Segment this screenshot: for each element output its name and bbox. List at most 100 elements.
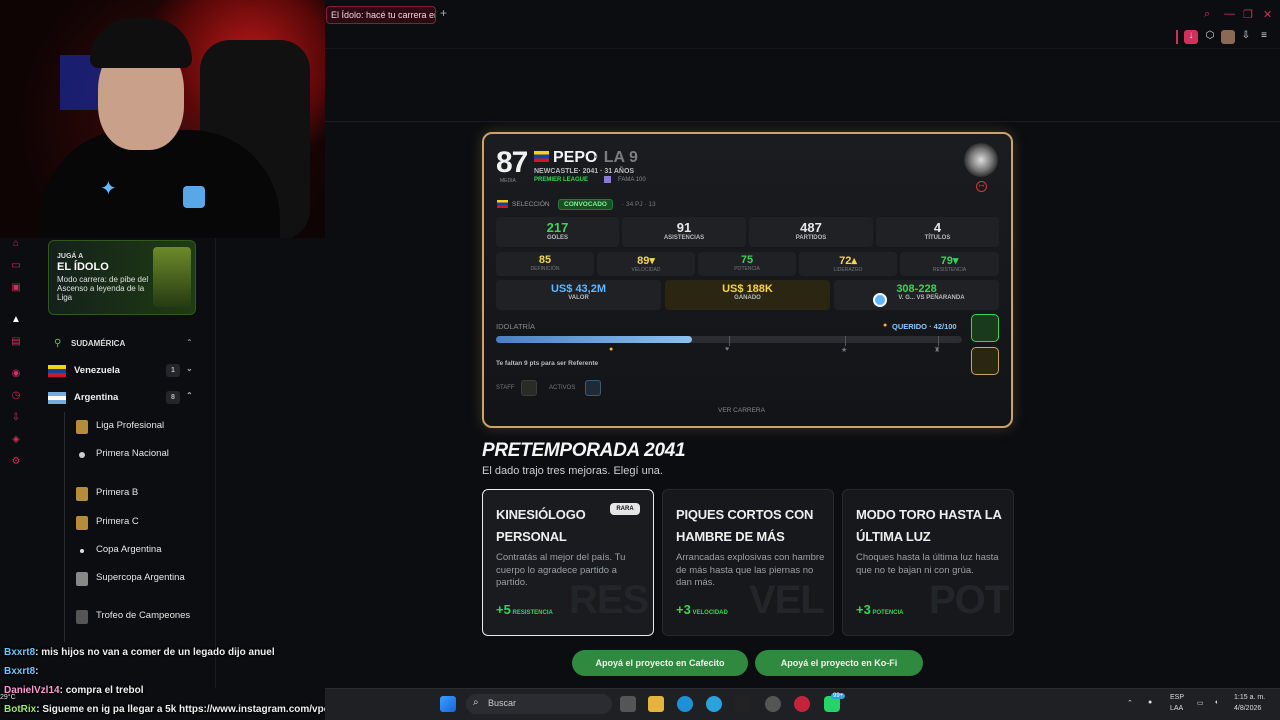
player-record: 308-228 V. G... VS PEÑARANDA	[834, 280, 999, 310]
settings-icon[interactable]: ⚙	[10, 456, 22, 468]
twitch-icon[interactable]: ▤	[10, 336, 22, 348]
activos-slot[interactable]	[585, 380, 601, 396]
downloads-icon[interactable]: ⇩	[1239, 30, 1253, 44]
inventory-button[interactable]	[971, 347, 999, 375]
download-side-icon[interactable]: ⇩	[10, 412, 22, 424]
attr-value: 79▾	[940, 255, 959, 267]
stat-label: PARTIDOS	[795, 235, 827, 241]
shop-button[interactable]	[971, 314, 999, 342]
history-icon[interactable]: ◷	[10, 390, 22, 402]
cafecito-button[interactable]: Apoyá el proyecto en Cafecito	[572, 650, 748, 676]
promo-description: Modo carrera: de pibe del Ascenso a leye…	[57, 275, 149, 302]
search-icon[interactable]: ⌕	[1204, 8, 1210, 21]
region-label[interactable]: SUDAMÉRICA	[71, 339, 221, 355]
player-value: US$ 43,2M VALOR	[496, 280, 661, 310]
league-label: Liga Profesional	[96, 420, 165, 431]
staff-label: STAFF	[496, 385, 515, 391]
chevron-up-icon[interactable]: ⌃	[186, 338, 193, 347]
player-league: PREMIER LEAGUE	[534, 177, 589, 183]
country-count: 1	[166, 364, 180, 377]
stat-goles: 217 GOLES	[496, 217, 619, 247]
player-rating: 87	[496, 146, 528, 179]
player-position: · LA 9	[594, 149, 638, 166]
option-card-piques[interactable]: VEL PIQUES CORTOS CON HAMBRE DE MÁS Arra…	[662, 489, 834, 636]
earned-amount: US$ 188K	[722, 283, 773, 295]
download-icon[interactable]: ↓	[1184, 30, 1198, 44]
close-icon[interactable]: ✕	[1263, 8, 1272, 21]
opera-icon[interactable]	[794, 696, 810, 712]
trophy-marker-icon: ♜	[934, 347, 941, 354]
location-pin-icon: ⚲	[54, 338, 62, 349]
new-tab-button[interactable]: +	[440, 6, 447, 20]
chat-text: : Sigueme en ig pa llegar a 5k https://w…	[36, 704, 350, 715]
share-icon[interactable]: ◈	[10, 434, 22, 446]
trophy-icon	[183, 186, 205, 208]
attr-label: RESISTENCIA	[932, 267, 967, 273]
attr-label: POTENCIA	[734, 266, 760, 272]
network-icon[interactable]: ▭	[1197, 699, 1204, 707]
star-marker-icon: ★	[841, 347, 848, 354]
mic-icon[interactable]: ●	[1148, 699, 1152, 706]
clock-date[interactable]: 4/8/2026	[1234, 705, 1261, 712]
obs-icon[interactable]	[765, 696, 781, 712]
player-fame: FAMA 100	[618, 177, 646, 183]
attr-liderazgo: 72▴ LIDERAZGO	[799, 252, 897, 276]
idolatria-label: IDOLATRÍA	[496, 322, 536, 331]
lang-label-1[interactable]: ESP	[1170, 694, 1184, 701]
clock-time[interactable]: 1:15 a. m.	[1234, 694, 1265, 701]
ver-carrera-link[interactable]: VER CARRERA	[718, 407, 765, 414]
extensions-icon[interactable]: ⬡	[1203, 30, 1217, 44]
edge-icon[interactable]	[677, 696, 693, 712]
attr-value: 75	[740, 254, 754, 266]
chat-icon[interactable]: ▭	[10, 260, 22, 272]
promo-card[interactable]: JUGÁ A EL ÍDOLO Modo carrera: de pibe de…	[48, 240, 196, 315]
option-bonus: +5 RESISTENCIA	[496, 602, 553, 617]
league-badge-icon	[76, 610, 88, 624]
browser-tab-bar	[325, 0, 1280, 30]
country-argentina[interactable]: Argentina 8 ⌃	[48, 390, 198, 408]
tray-chevron-icon[interactable]: ⌃	[1127, 699, 1133, 707]
play-icon[interactable]: ◉	[10, 368, 22, 380]
attr-label: DEFINICIÓN	[530, 266, 560, 272]
stat-partidos: 487 PARTIDOS	[749, 217, 873, 247]
windows-start-icon[interactable]	[440, 696, 456, 712]
attr-label: VELOCIDAD	[631, 267, 661, 273]
app-icon[interactable]: ▣	[10, 282, 22, 294]
lang-label-2[interactable]: LAA	[1170, 705, 1183, 712]
rating-label: MEDIA	[500, 178, 516, 184]
league-label: Copa Argentina	[96, 544, 162, 555]
hand-marker-icon: ●	[609, 346, 614, 353]
selection-stats: · 34 PJ · 13	[622, 201, 656, 208]
maximize-icon[interactable]: ❐	[1243, 8, 1253, 21]
staff-slot[interactable]	[521, 380, 537, 396]
minimize-icon[interactable]: —	[1224, 8, 1235, 20]
idolatria-hint: Te faltan 9 pts para ser Referente	[496, 360, 599, 367]
option-card-toro[interactable]: POT MODO TORO HASTA LA ÚLTIMA LUZ Choque…	[842, 489, 1014, 636]
profile-avatar[interactable]	[1221, 30, 1235, 44]
option-card-kinesiologo[interactable]: RES KINESIÓLOGO PERSONAL RARA Contratás …	[482, 489, 654, 636]
stat-asistencias: 91 ASISTENCIAS	[622, 217, 746, 247]
task-view-icon[interactable]	[620, 696, 636, 712]
league-label: Primera B	[96, 487, 139, 498]
menu-icon[interactable]: ≡	[1257, 30, 1271, 44]
stat-label: TÍTULOS	[924, 235, 951, 241]
browser-tab[interactable]: El Ídolo: hacé tu carrera en	[326, 6, 436, 24]
chat-message: Bxxrt8: mis hijos no van a comer de un l…	[4, 647, 275, 658]
promo-title: EL ÍDOLO	[57, 261, 109, 273]
bar-tick	[938, 336, 939, 346]
bar-tick	[845, 336, 846, 346]
pin-icon[interactable]: ⌂	[10, 238, 22, 250]
telegram-icon[interactable]	[706, 696, 722, 712]
attr-resistencia: 79▾ RESISTENCIA	[900, 252, 999, 276]
app-icon[interactable]	[735, 696, 751, 712]
taskbar-search[interactable]: Buscar	[466, 694, 612, 714]
option-description: Arrancadas explosivas con hambre de más …	[676, 552, 825, 588]
arc-icon[interactable]: ▲	[10, 314, 22, 326]
promo-player-card	[153, 247, 191, 307]
country-venezuela[interactable]: Venezuela 1 ⌄	[48, 363, 198, 381]
volume-icon[interactable]: ◖	[1214, 699, 1218, 706]
exit-icon[interactable]: ↦	[976, 181, 987, 192]
file-explorer-icon[interactable]	[648, 696, 664, 712]
kofi-button[interactable]: Apoyá el proyecto en Ko-Fi	[755, 650, 923, 676]
star-logo-icon: ✦	[100, 178, 117, 200]
